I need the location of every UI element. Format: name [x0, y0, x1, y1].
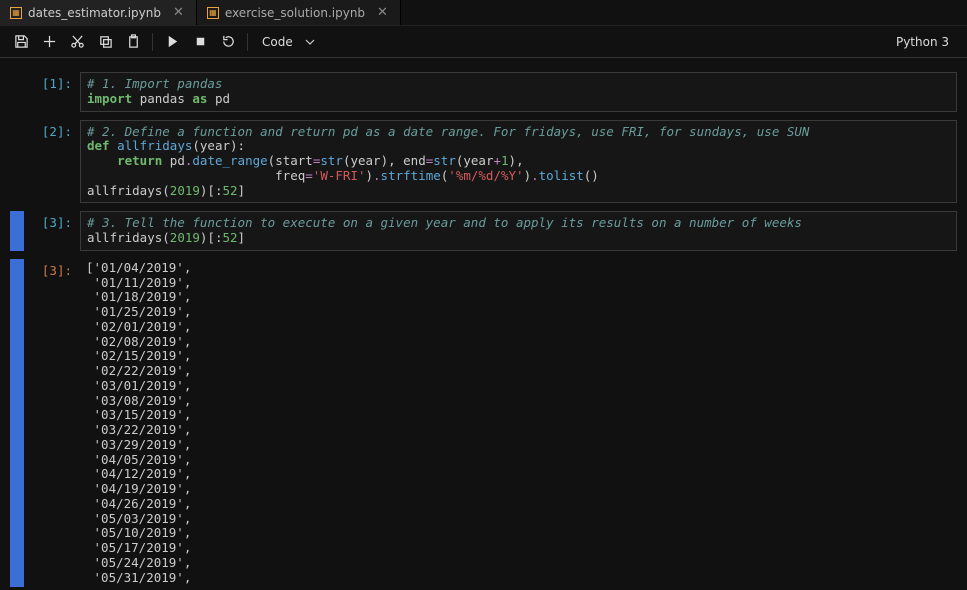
close-icon[interactable]: ✕ — [375, 5, 390, 20]
tab-bar: ▦ dates_estimator.ipynb ✕ ▦ exercise_solutio… — [0, 0, 967, 26]
paste-button[interactable] — [120, 29, 146, 55]
toolbar-divider — [152, 33, 153, 51]
tab-exercise_solution-ipynb[interactable]: ▦ exercise_solution.ipynb ✕ — [197, 0, 401, 25]
input-prompt: [2]: — [26, 120, 80, 139]
code-editor[interactable]: # 3. Tell the function to execute on a g… — [80, 211, 957, 251]
code-editor[interactable]: # 1. Import pandas import pandas as pd — [80, 72, 957, 112]
run-button[interactable] — [159, 29, 185, 55]
cell-gutter — [10, 211, 24, 251]
input-prompt: [3]: — [26, 211, 80, 230]
code-cell[interactable]: [1]:# 1. Import pandas import pandas as … — [10, 72, 957, 112]
tab-dates_estimator-ipynb[interactable]: ▦ dates_estimator.ipynb ✕ — [0, 0, 197, 25]
input-prompt: [1]: — [26, 72, 80, 91]
notebook-icon: ▦ — [10, 7, 22, 19]
tab-label: dates_estimator.ipynb — [28, 6, 161, 20]
cell-gutter — [10, 120, 24, 204]
output-text: ['01/04/2019', '01/11/2019', '01/18/2019… — [80, 259, 957, 588]
notebook-icon: ▦ — [207, 7, 219, 19]
cell-type-label: Code — [262, 35, 293, 49]
output-prompt: [3]: — [26, 259, 80, 278]
code-cell[interactable]: [3]:# 3. Tell the function to execute on… — [10, 211, 957, 251]
cell-gutter — [10, 259, 24, 588]
notebook-area[interactable]: [1]:# 1. Import pandas import pandas as … — [0, 58, 967, 590]
output-cell: [3]:['01/04/2019', '01/11/2019', '01/18/… — [10, 259, 957, 588]
tab-label: exercise_solution.ipynb — [225, 6, 365, 20]
toolbar: Code Python 3 — [0, 26, 967, 58]
save-button[interactable] — [8, 29, 34, 55]
code-editor[interactable]: # 2. Define a function and return pd as … — [80, 120, 957, 204]
close-icon[interactable]: ✕ — [171, 5, 186, 20]
chevron-down-icon — [305, 37, 315, 47]
code-cell[interactable]: [2]:# 2. Define a function and return pd… — [10, 120, 957, 204]
cell-gutter — [10, 72, 24, 112]
cut-button[interactable] — [64, 29, 90, 55]
stop-button[interactable] — [187, 29, 213, 55]
cell-type-select[interactable]: Code — [254, 33, 323, 51]
toolbar-divider — [247, 33, 248, 51]
kernel-indicator[interactable]: Python 3 — [896, 35, 959, 49]
add-cell-button[interactable] — [36, 29, 62, 55]
copy-button[interactable] — [92, 29, 118, 55]
restart-button[interactable] — [215, 29, 241, 55]
